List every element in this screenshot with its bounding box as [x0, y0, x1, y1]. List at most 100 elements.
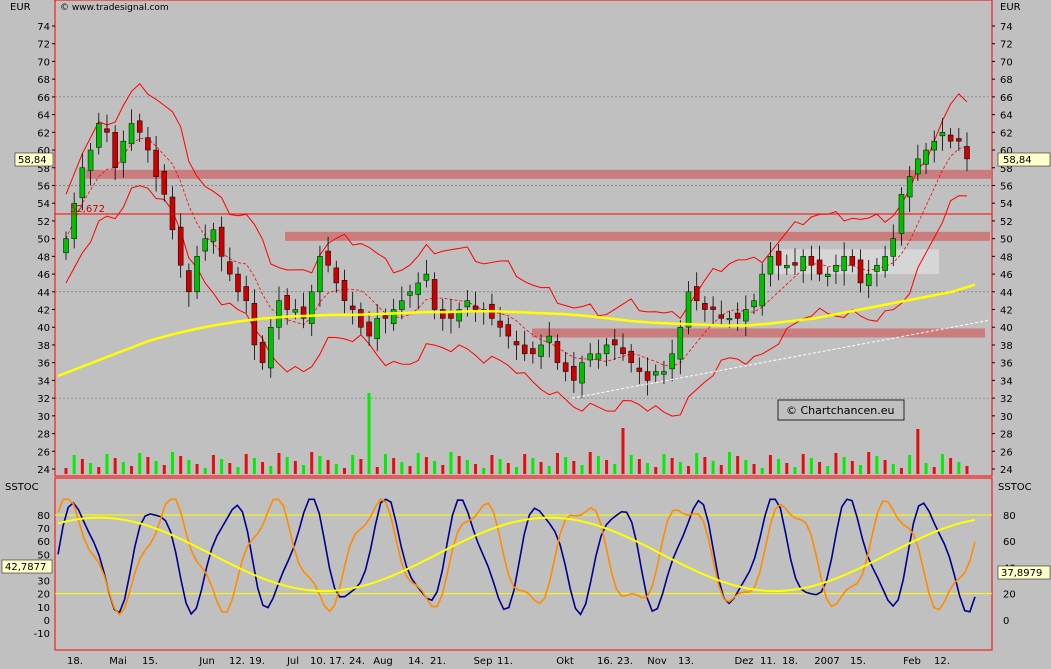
volume-bar [752, 464, 756, 474]
candle-body [382, 315, 389, 319]
price-tick-left: 66 [37, 93, 50, 104]
price-tick-left: 24 [37, 465, 50, 476]
volume-bar [547, 466, 551, 474]
volume-bar [572, 461, 576, 474]
volume-bar [334, 464, 338, 474]
volume-bar [72, 455, 76, 474]
candle-body [816, 259, 823, 275]
candle-body [145, 137, 151, 151]
candle-body [825, 273, 831, 277]
volume-bar [662, 454, 666, 474]
candle-body [661, 371, 667, 375]
candle-body [210, 229, 217, 242]
volume-bar [818, 462, 822, 474]
volume-bar [613, 464, 617, 474]
level-label: 52,672 [70, 204, 105, 215]
price-tick-left: 34 [37, 376, 50, 387]
candle-body [268, 326, 274, 369]
candle-body [251, 303, 258, 346]
volume-bar [687, 466, 691, 474]
volume-bar [760, 468, 764, 474]
price-axis-left: 2426283032343638404244464850525456586062… [37, 22, 55, 476]
osc-tick-right: 20 [1003, 590, 1016, 601]
candle-body [358, 309, 364, 328]
volume-bar [474, 464, 478, 474]
volume-bar [367, 393, 371, 474]
volume-bar [531, 458, 535, 474]
volume-bar [449, 452, 453, 474]
candle-body [833, 264, 839, 272]
candle-body [677, 326, 684, 360]
candle-body [906, 176, 913, 198]
watermark: © Chartchancen.eu [786, 404, 894, 417]
candle-body [243, 286, 249, 301]
volume-bar [220, 459, 224, 474]
osc-tick-left: 70 [37, 524, 50, 535]
price-tick-left: 42 [37, 306, 50, 317]
volume-bar [736, 456, 740, 474]
candle-body [849, 256, 856, 266]
x-tick-label: 17. [329, 656, 345, 667]
currency-label-left: EUR [10, 2, 31, 13]
candle-body [399, 300, 405, 310]
volume-bar [326, 460, 330, 474]
candle-body [235, 273, 241, 293]
candle-body [800, 256, 806, 271]
volume-bar [64, 468, 68, 474]
candle-body [939, 132, 946, 137]
price-tick-left: 68 [37, 75, 50, 86]
candle-body [497, 320, 503, 328]
volume-bar [424, 457, 428, 474]
volume-bar [719, 465, 723, 474]
volume-bar [940, 454, 944, 474]
candle-body [333, 267, 340, 284]
volume-bar [318, 456, 322, 474]
volume-bar [670, 458, 674, 474]
volume-bar [203, 468, 207, 474]
volume-bar [121, 462, 125, 474]
candle-body [440, 309, 446, 319]
price-tick-left: 72 [37, 40, 50, 51]
osc-tick-left: 20 [37, 590, 50, 601]
volume-bar [932, 467, 936, 474]
candle-body [177, 226, 184, 266]
volume-bar [875, 456, 879, 474]
price-tick-left: 30 [37, 412, 50, 423]
volume-bar [80, 459, 84, 474]
price-tick-right: 36 [1000, 359, 1013, 370]
volume-bar [621, 428, 625, 474]
volume-bar [408, 466, 412, 474]
candle-body [726, 318, 733, 321]
volume-bar [646, 463, 650, 474]
volume-bar [244, 454, 248, 474]
candle-body [890, 238, 897, 257]
candle-body [325, 250, 331, 266]
volume-bar [498, 459, 502, 474]
volume-bar [891, 464, 895, 474]
oscillator-title-right: SSTOC [998, 482, 1032, 493]
candle-body [79, 167, 86, 199]
volume-bar [383, 454, 387, 474]
candle-body [546, 335, 553, 343]
candle-body [956, 138, 962, 142]
candle-body [636, 367, 643, 372]
volume-bar [924, 463, 928, 474]
source-label: © www.tradesignal.com [60, 3, 169, 13]
candle-body [759, 273, 765, 307]
volume-bar [359, 459, 363, 474]
volume-bar [899, 468, 903, 474]
candle-body [931, 140, 937, 151]
volume-bar [580, 465, 584, 474]
candle-body [472, 305, 479, 310]
volume-bar [252, 458, 256, 474]
price-tick-right: 56 [1000, 181, 1013, 192]
osc-tick-left: 50 [37, 550, 50, 561]
volume-bar [957, 462, 961, 474]
price-tick-left: 38 [37, 341, 50, 352]
resistance-zone [285, 231, 990, 241]
price-tick-left: 36 [37, 359, 50, 370]
x-tick-label: 2007 [814, 656, 839, 667]
volume-bar [269, 466, 273, 474]
price-tick-right: 30 [1000, 412, 1013, 423]
osc-tick-right: 0 [1003, 616, 1009, 627]
